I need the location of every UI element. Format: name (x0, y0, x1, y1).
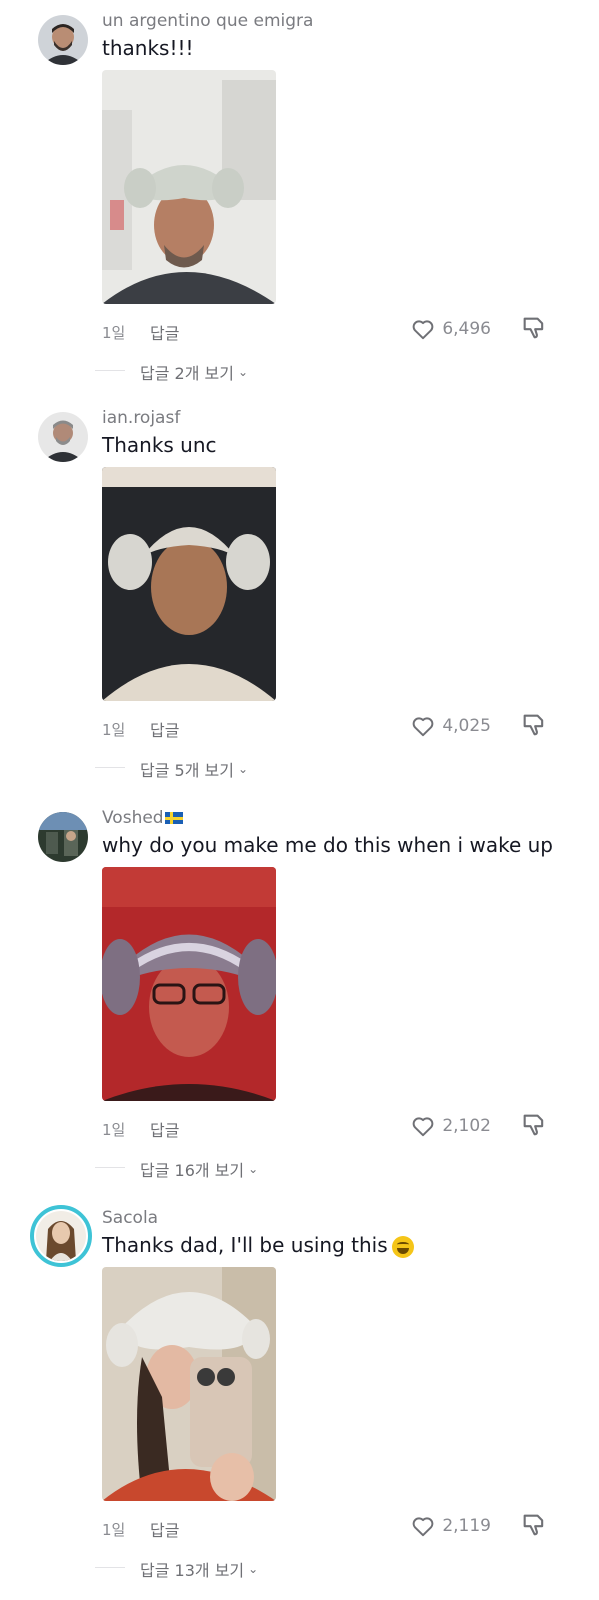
view-replies-button[interactable]: 답글 5개 보기 ⌄ (140, 757, 248, 781)
thumbs-down-icon (523, 1114, 544, 1136)
comment-item: un argentino que emigra thanks!!! 1일 답글 … (0, 0, 599, 400)
user-avatar[interactable] (30, 1205, 92, 1267)
like-button[interactable]: 2,119 (410, 1513, 491, 1539)
comment-item: Voshed why do you make me do this when i… (0, 797, 599, 1197)
like-count: 6,496 (442, 319, 491, 339)
like-count: 2,102 (442, 1116, 491, 1136)
reply-button[interactable]: 답글 (150, 1117, 179, 1141)
photo-image (102, 70, 276, 304)
comment-item: ian.rojasf Thanks unc 1일 답글 4,025 답글 5개 … (0, 397, 599, 797)
comment-photo[interactable] (102, 70, 276, 304)
reply-button[interactable]: 답글 (150, 717, 179, 741)
chevron-down-icon: ⌄ (237, 365, 249, 379)
user-avatar[interactable] (38, 15, 88, 65)
comment-time: 1일 (102, 1121, 126, 1139)
dislike-button[interactable] (520, 314, 548, 342)
avatar-image-wrap (36, 1211, 86, 1261)
thumbs-down-icon (523, 1514, 544, 1536)
reply-button[interactable]: 답글 (150, 1517, 179, 1541)
grinning-squinting-face-icon (391, 1235, 414, 1258)
comment-text-content: Thanks dad, I'll be using this (102, 1233, 388, 1257)
chevron-down-icon: ⌄ (248, 1562, 259, 1576)
comment-photo[interactable] (102, 1267, 276, 1501)
dislike-button[interactable] (520, 1111, 548, 1139)
heart-outline-icon (412, 717, 434, 737)
view-replies-button[interactable]: 답글 2개 보기 ⌄ (140, 360, 248, 384)
like-button[interactable]: 2,102 (410, 1113, 491, 1139)
like-count: 4,025 (442, 716, 491, 736)
avatar-image (38, 812, 88, 862)
view-replies-label: 답글 13개 보기 (140, 1561, 245, 1580)
comment-username[interactable]: Sacola (102, 1208, 158, 1228)
comment-username[interactable]: un argentino que emigra (102, 11, 313, 31)
dislike-button[interactable] (520, 711, 548, 739)
comment-time: 1일 (102, 1521, 126, 1539)
view-replies-label: 답글 2개 보기 (140, 364, 234, 383)
heart-outline-icon (412, 1517, 434, 1537)
replies-divider (95, 1567, 125, 1568)
comment-time: 1일 (102, 721, 126, 739)
sweden-flag-icon (164, 812, 183, 824)
photo-image (102, 867, 276, 1101)
comment-item: Sacola Thanks dad, I'll be using this 1일… (0, 1197, 599, 1597)
view-replies-label: 답글 16개 보기 (140, 1161, 245, 1180)
thumbs-down-icon (523, 317, 544, 339)
user-avatar[interactable] (38, 412, 88, 462)
photo-image (102, 467, 276, 701)
chevron-down-icon: ⌄ (248, 1162, 259, 1176)
comment-username[interactable]: ian.rojasf (102, 408, 180, 428)
comment-time: 1일 (102, 324, 126, 342)
dislike-button[interactable] (520, 1511, 548, 1539)
view-replies-button[interactable]: 답글 16개 보기 ⌄ (140, 1157, 258, 1181)
comment-text: thanks!!! (102, 36, 194, 60)
avatar-image (36, 1211, 86, 1261)
replies-divider (95, 1167, 125, 1168)
photo-image (102, 1267, 276, 1501)
view-replies-button[interactable]: 답글 13개 보기 ⌄ (140, 1557, 258, 1581)
avatar-image (38, 412, 88, 462)
comment-text: why do you make me do this when i wake u… (102, 833, 553, 857)
heart-outline-icon (412, 1117, 434, 1137)
reply-button[interactable]: 답글 (150, 320, 179, 344)
heart-outline-icon (412, 320, 434, 340)
comment-photo[interactable] (102, 867, 276, 1101)
like-button[interactable]: 6,496 (410, 316, 491, 342)
view-replies-label: 답글 5개 보기 (140, 761, 234, 780)
avatar-image (38, 15, 88, 65)
replies-divider (95, 767, 125, 768)
comment-text: Thanks unc (102, 433, 217, 457)
comment-photo[interactable] (102, 467, 276, 701)
like-count: 2,119 (442, 1516, 491, 1536)
comment-username[interactable]: Voshed (102, 808, 183, 828)
chevron-down-icon: ⌄ (237, 762, 249, 776)
like-button[interactable]: 4,025 (410, 713, 491, 739)
thumbs-down-icon (523, 714, 544, 736)
username-text: Voshed (102, 808, 164, 828)
user-avatar[interactable] (38, 812, 88, 862)
replies-divider (95, 370, 125, 371)
comment-text: Thanks dad, I'll be using this (102, 1233, 414, 1258)
